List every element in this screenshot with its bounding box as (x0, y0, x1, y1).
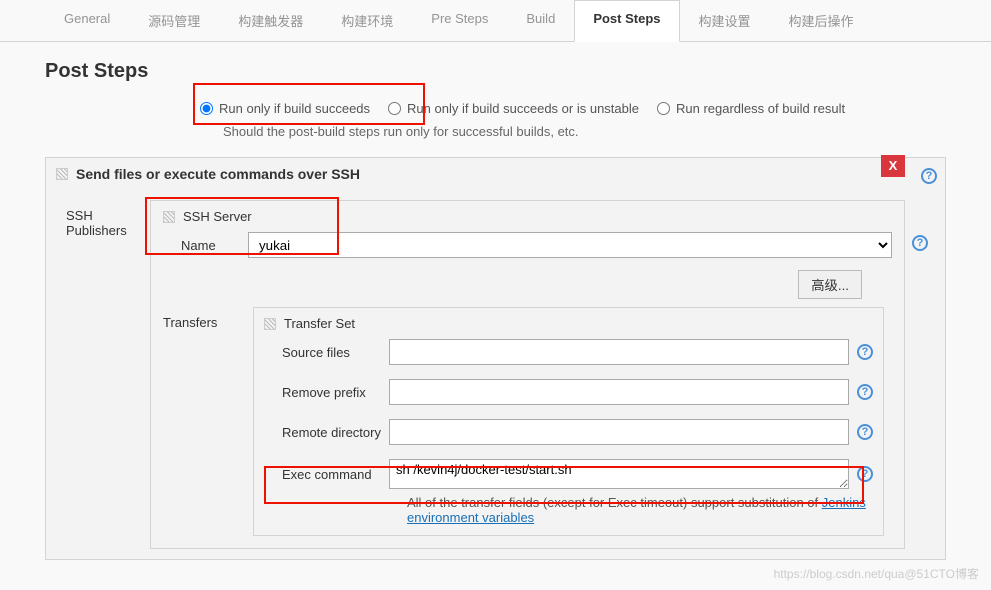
transfer-note: All of the transfer fields (except for E… (264, 495, 873, 525)
source-files-input[interactable] (389, 339, 849, 365)
remote-directory-input[interactable] (389, 419, 849, 445)
advanced-button[interactable]: 高级... (798, 270, 862, 299)
ssh-publishers-label: SSH Publishers (66, 200, 150, 549)
help-exec-command-icon[interactable]: ? (857, 466, 873, 482)
radio-regardless[interactable]: Run regardless of build result (657, 101, 845, 116)
radio-unstable-label: Run only if build succeeds or is unstabl… (407, 101, 639, 116)
radio-regardless-input[interactable] (657, 102, 670, 115)
radio-desc: Should the post-build steps run only for… (45, 124, 946, 139)
help-remote-directory-icon[interactable]: ? (857, 424, 873, 440)
remote-directory-label: Remote directory (264, 425, 389, 440)
radio-success-label: Run only if build succeeds (219, 101, 370, 116)
tab-triggers[interactable]: 构建触发器 (219, 0, 322, 41)
tab-settings[interactable]: 构建设置 (680, 0, 770, 41)
tab-pre-steps[interactable]: Pre Steps (412, 0, 507, 41)
tab-build[interactable]: Build (507, 0, 574, 41)
remove-prefix-label: Remove prefix (264, 385, 389, 400)
exec-command-label: Exec command (264, 467, 389, 482)
radio-unstable[interactable]: Run only if build succeeds or is unstabl… (388, 101, 639, 116)
remove-prefix-input[interactable] (389, 379, 849, 405)
tab-scm[interactable]: 源码管理 (129, 0, 219, 41)
config-tabs: General 源码管理 构建触发器 构建环境 Pre Steps Build … (0, 0, 991, 42)
radio-success[interactable]: Run only if build succeeds (200, 101, 370, 116)
ssh-server-title: SSH Server (163, 209, 892, 224)
transfer-set-title: Transfer Set (264, 316, 873, 331)
transfers-label: Transfers (163, 307, 253, 536)
ssh-name-select[interactable]: yukai (248, 232, 892, 258)
source-files-label: Source files (264, 345, 389, 360)
page-title: Post Steps (45, 60, 946, 83)
tab-general[interactable]: General (45, 0, 129, 41)
radio-success-input[interactable] (200, 102, 213, 115)
watermark: https://blog.csdn.net/qua@51CTO博客 (774, 565, 979, 582)
help-source-files-icon[interactable]: ? (857, 344, 873, 360)
ssh-section: X ? Send files or execute commands over … (45, 157, 946, 560)
tab-post-steps[interactable]: Post Steps (574, 0, 679, 42)
ssh-publisher-box: ? SSH Server Name yukai 高级... Transfers (150, 200, 905, 549)
radio-unstable-input[interactable] (388, 102, 401, 115)
tab-post-build[interactable]: 构建后操作 (770, 0, 873, 41)
tab-env[interactable]: 构建环境 (322, 0, 412, 41)
section-header: Send files or execute commands over SSH (46, 158, 945, 190)
name-label: Name (163, 238, 248, 253)
radio-regardless-label: Run regardless of build result (676, 101, 845, 116)
exec-command-input[interactable]: sh /kevin4j/docker-test/start.sh (389, 459, 849, 489)
run-condition-row: Run only if build succeeds Run only if b… (45, 101, 946, 116)
help-remove-prefix-icon[interactable]: ? (857, 384, 873, 400)
transfer-set-box: Transfer Set Source files ? Remove prefi… (253, 307, 884, 536)
help-name-icon[interactable]: ? (912, 235, 928, 251)
close-section-button[interactable]: X (881, 155, 905, 177)
help-section-icon[interactable]: ? (921, 168, 937, 184)
section-title: Send files or execute commands over SSH (76, 166, 360, 182)
drag-handle-icon[interactable] (56, 168, 68, 180)
drag-handle-icon[interactable] (264, 318, 276, 330)
drag-handle-icon[interactable] (163, 211, 175, 223)
